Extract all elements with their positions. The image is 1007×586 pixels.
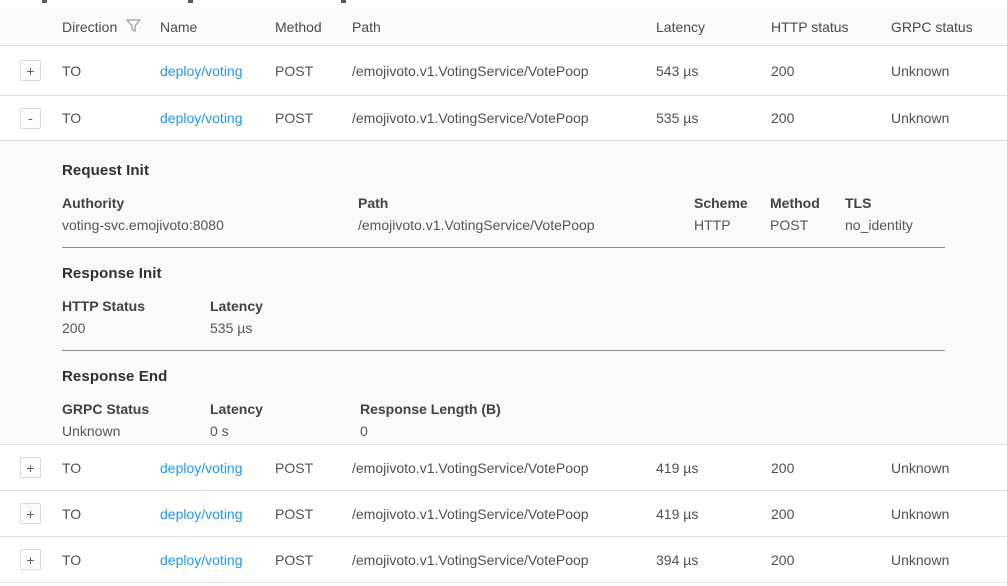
filter-icon[interactable] xyxy=(126,19,141,36)
section-divider xyxy=(62,350,945,351)
resource-link[interactable]: deploy/voting xyxy=(160,110,243,126)
collapse-row-button[interactable]: - xyxy=(20,108,41,129)
clipped-text-fragment xyxy=(341,0,346,3)
path-cell: /emojivoto.v1.VotingService/VotePoop xyxy=(352,506,656,522)
detail-field: Path /emojivoto.v1.VotingService/VotePoo… xyxy=(358,195,694,233)
path-cell: /emojivoto.v1.VotingService/VotePoop xyxy=(352,460,656,476)
resource-link[interactable]: deploy/voting xyxy=(160,63,243,79)
direction-cell: TO xyxy=(62,506,160,522)
detail-field: TLS no_identity xyxy=(845,195,1007,233)
field-label: GRPC Status xyxy=(62,401,210,417)
expand-row-button[interactable]: + xyxy=(20,549,41,570)
field-value: 200 xyxy=(62,320,210,336)
direction-cell: TO xyxy=(62,110,160,126)
latency-cell: 419 µs xyxy=(656,460,771,476)
method-cell: POST xyxy=(275,460,352,476)
http-status-cell: 200 xyxy=(771,63,891,79)
table-row-expanded: - TO deploy/voting POST /emojivoto.v1.Vo… xyxy=(0,96,1007,141)
expand-row-button[interactable]: + xyxy=(20,457,41,478)
section-title: Response Init xyxy=(62,265,1007,282)
field-label: Path xyxy=(358,195,694,211)
detail-field: Latency 535 µs xyxy=(210,298,1007,336)
grpc-status-cell: Unknown xyxy=(891,460,1007,476)
field-value: 0 s xyxy=(210,423,360,439)
detail-field: Latency 0 s xyxy=(210,401,360,439)
method-cell: POST xyxy=(275,63,352,79)
column-header-direction: Direction xyxy=(62,17,160,36)
expand-row-button[interactable]: + xyxy=(20,503,41,524)
detail-field: Response Length (B) 0 xyxy=(360,401,1007,439)
field-label: Method xyxy=(770,195,845,211)
resource-link[interactable]: deploy/voting xyxy=(160,506,243,522)
field-value: 535 µs xyxy=(210,320,1007,336)
detail-field: Method POST xyxy=(770,195,845,233)
http-status-cell: 200 xyxy=(771,552,891,568)
latency-cell: 394 µs xyxy=(656,552,771,568)
expand-row-button[interactable]: + xyxy=(20,60,41,81)
field-label: HTTP Status xyxy=(62,298,210,314)
field-value: /emojivoto.v1.VotingService/VotePoop xyxy=(358,217,694,233)
detail-field: Authority voting-svc.emojivoto:8080 xyxy=(62,195,358,233)
latency-cell: 535 µs xyxy=(656,110,771,126)
latency-cell: 543 µs xyxy=(656,63,771,79)
grpc-status-cell: Unknown xyxy=(891,552,1007,568)
section-title: Request Init xyxy=(62,162,1007,179)
table-row: + TO deploy/voting POST /emojivoto.v1.Vo… xyxy=(0,445,1007,491)
grpc-status-cell: Unknown xyxy=(891,63,1007,79)
clipped-text-fragment xyxy=(188,0,193,3)
field-value: voting-svc.emojivoto:8080 xyxy=(62,217,358,233)
section-title: Response End xyxy=(62,368,1007,385)
field-value: 0 xyxy=(360,423,1007,439)
field-label: Latency xyxy=(210,401,360,417)
resource-link[interactable]: deploy/voting xyxy=(160,552,243,568)
http-status-cell: 200 xyxy=(771,506,891,522)
request-init-section: Request Init Authority voting-svc.emojiv… xyxy=(62,162,1007,248)
field-value: POST xyxy=(770,217,845,233)
column-header-http-status: HTTP status xyxy=(771,19,891,35)
section-divider xyxy=(62,247,945,248)
column-header-name: Name xyxy=(160,19,275,35)
direction-cell: TO xyxy=(62,460,160,476)
field-label: TLS xyxy=(845,195,1007,211)
detail-field: GRPC Status Unknown xyxy=(62,401,210,439)
path-cell: /emojivoto.v1.VotingService/VotePoop xyxy=(352,63,656,79)
method-cell: POST xyxy=(275,552,352,568)
tap-table: Direction Name Method Path Latency HTTP … xyxy=(0,8,1007,583)
field-label: Response Length (B) xyxy=(360,401,1007,417)
latency-cell: 419 µs xyxy=(656,506,771,522)
table-row: + TO deploy/voting POST /emojivoto.v1.Vo… xyxy=(0,491,1007,537)
field-value: no_identity xyxy=(845,217,1007,233)
detail-field: HTTP Status 200 xyxy=(62,298,210,336)
clipped-text-fragment xyxy=(42,0,47,3)
table-row: + TO deploy/voting POST /emojivoto.v1.Vo… xyxy=(0,46,1007,96)
field-label: Latency xyxy=(210,298,1007,314)
grpc-status-cell: Unknown xyxy=(891,506,1007,522)
path-cell: /emojivoto.v1.VotingService/VotePoop xyxy=(352,110,656,126)
resource-link[interactable]: deploy/voting xyxy=(160,460,243,476)
field-label: Authority xyxy=(62,195,358,211)
detail-field: Scheme HTTP xyxy=(694,195,770,233)
grpc-status-cell: Unknown xyxy=(891,110,1007,126)
direction-cell: TO xyxy=(62,63,160,79)
clipped-text-row xyxy=(0,0,1007,8)
column-header-path: Path xyxy=(352,19,656,35)
response-end-section: Response End GRPC Status Unknown Latency… xyxy=(62,368,1007,439)
column-header-latency: Latency xyxy=(656,19,771,35)
table-row: + TO deploy/voting POST /emojivoto.v1.Vo… xyxy=(0,537,1007,583)
column-header-grpc-status: GRPC status xyxy=(891,19,1007,35)
response-init-section: Response Init HTTP Status 200 Latency 53… xyxy=(62,265,1007,351)
field-label: Scheme xyxy=(694,195,770,211)
direction-cell: TO xyxy=(62,552,160,568)
method-cell: POST xyxy=(275,506,352,522)
http-status-cell: 200 xyxy=(771,460,891,476)
row-detail-panel: Request Init Authority voting-svc.emojiv… xyxy=(0,141,1007,445)
table-header: Direction Name Method Path Latency HTTP … xyxy=(0,8,1007,46)
field-value: Unknown xyxy=(62,423,210,439)
column-header-method: Method xyxy=(275,19,352,35)
http-status-cell: 200 xyxy=(771,110,891,126)
method-cell: POST xyxy=(275,110,352,126)
path-cell: /emojivoto.v1.VotingService/VotePoop xyxy=(352,552,656,568)
field-value: HTTP xyxy=(694,217,770,233)
